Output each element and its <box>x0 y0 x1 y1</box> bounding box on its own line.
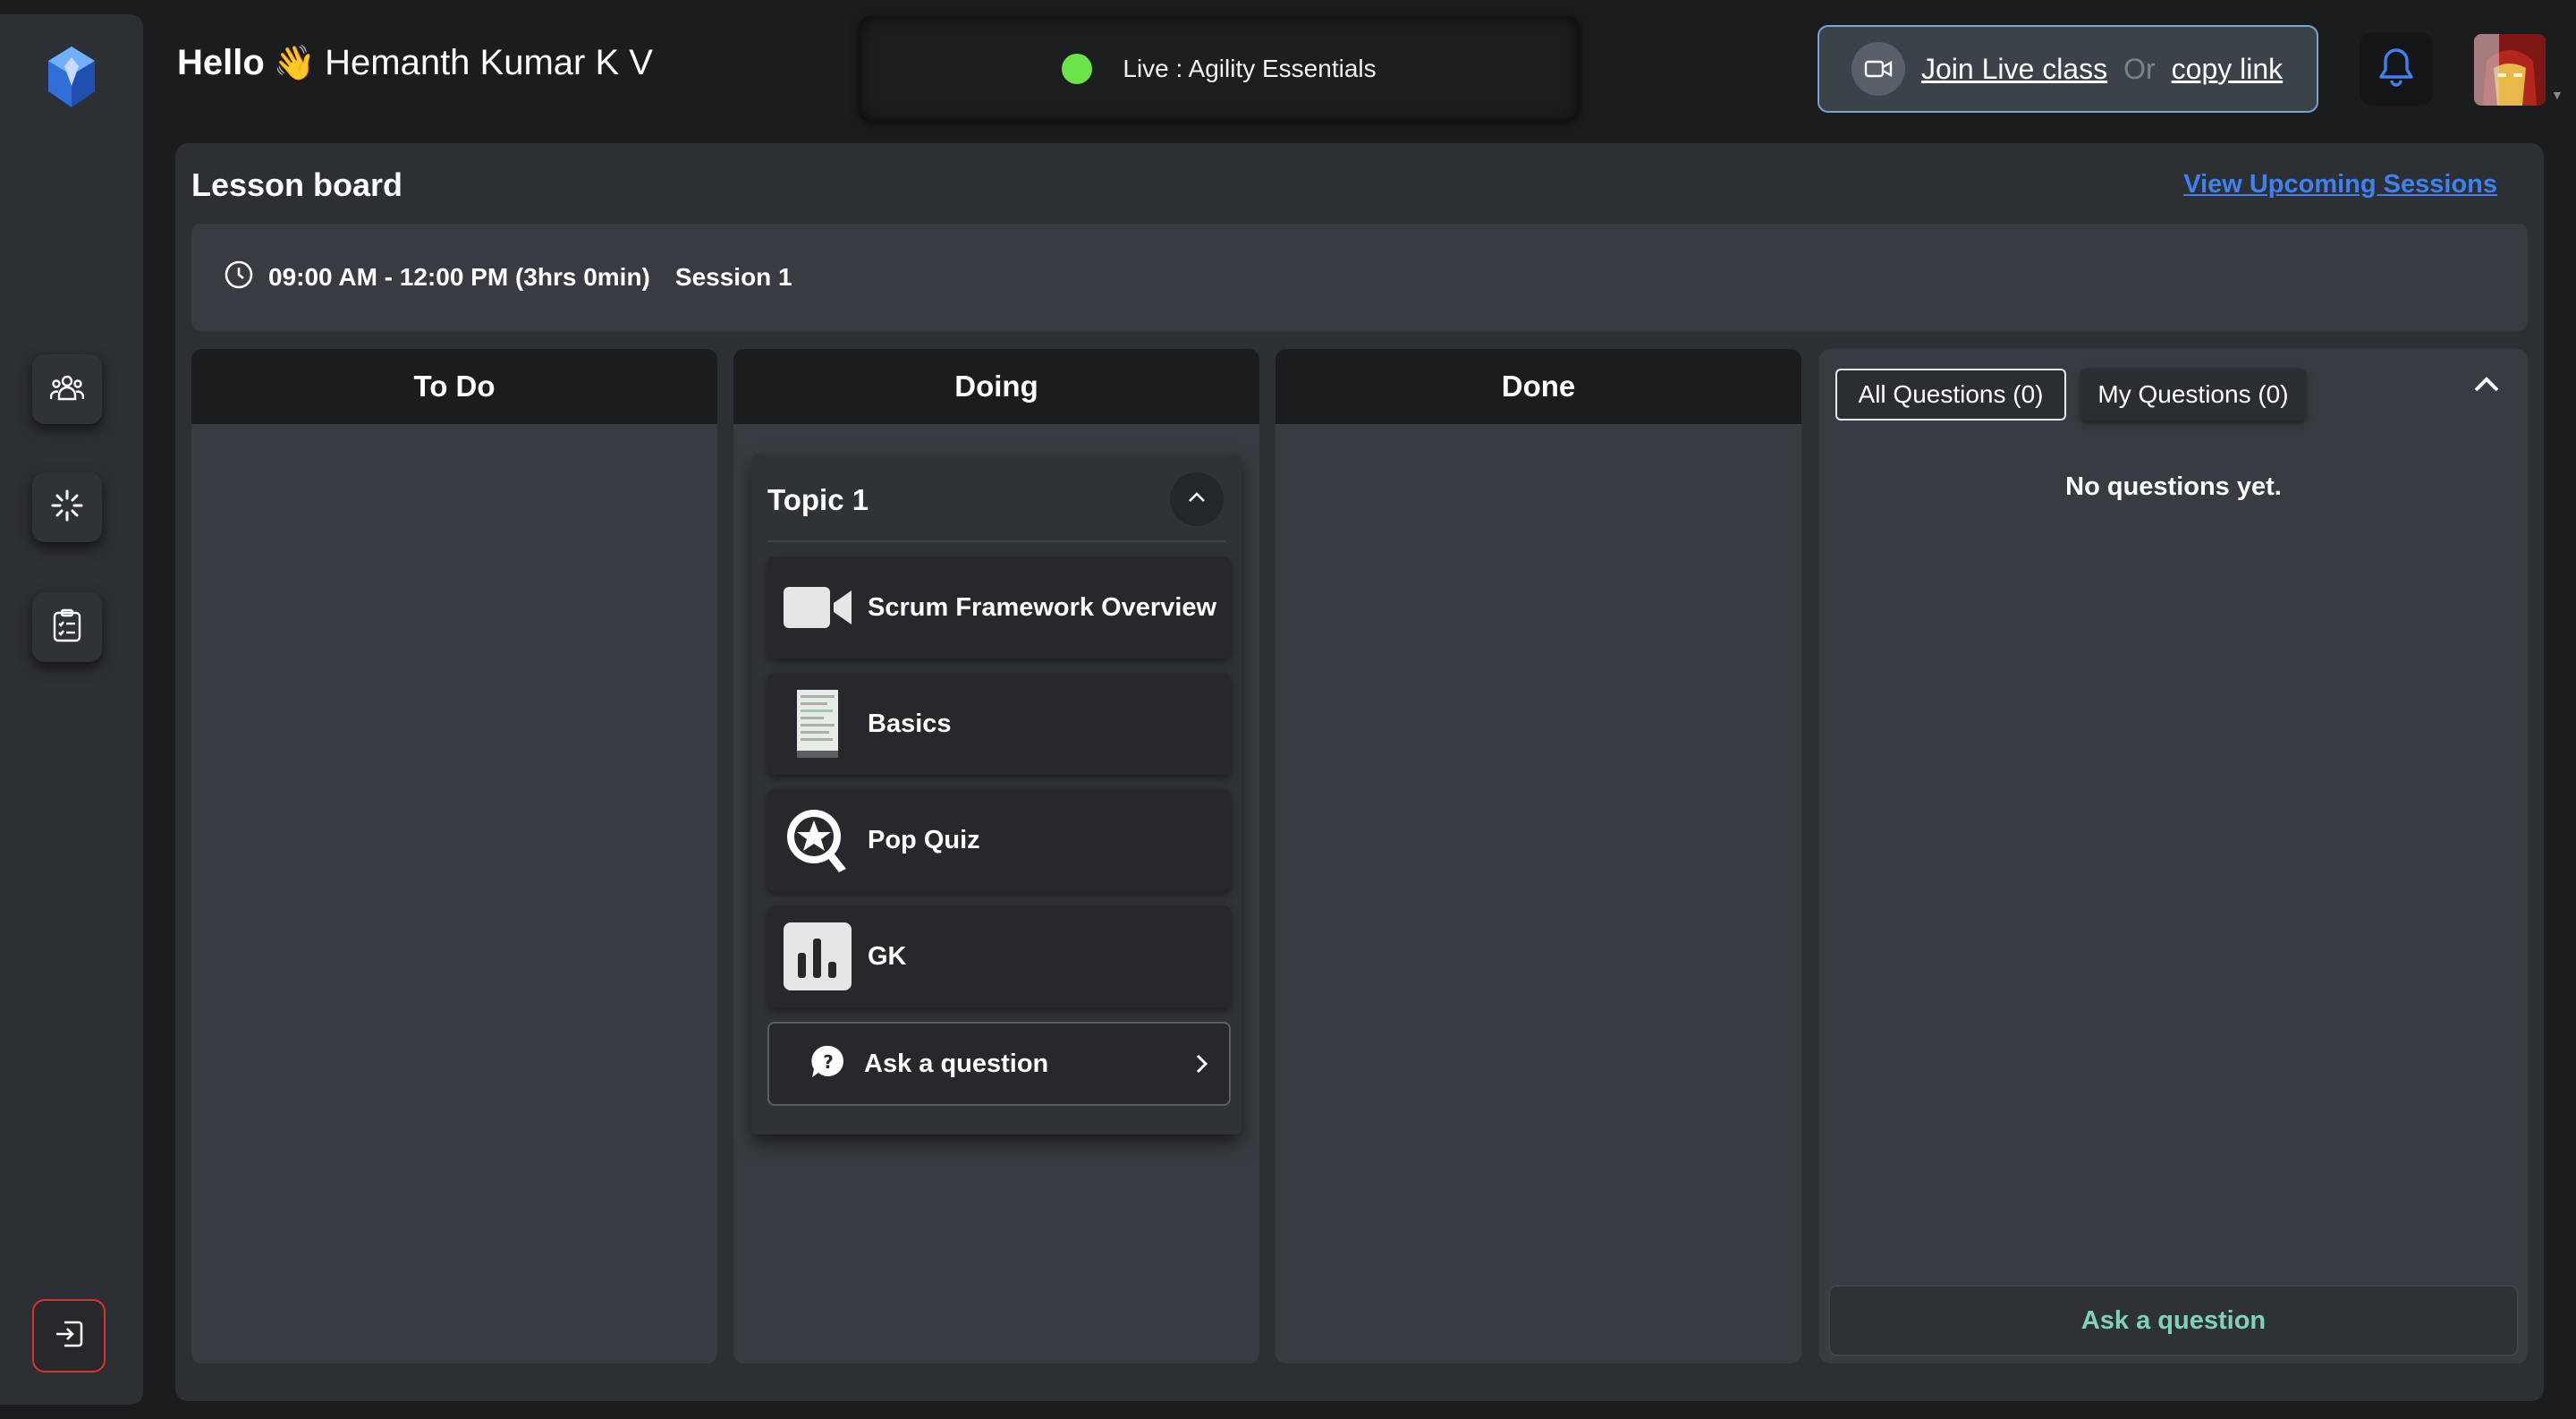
video-camera-icon <box>784 574 852 642</box>
tab-my-questions[interactable]: My Questions (0) <box>2080 369 2306 421</box>
checklist-icon <box>52 608 82 647</box>
live-session-label: Live : Agility Essentials <box>1123 55 1377 82</box>
greeting: Hello 👋 Hemanth Kumar K V <box>177 43 653 83</box>
topic-item-video[interactable]: Scrum Framework Overview <box>767 557 1231 659</box>
ask-question-topic-button[interactable]: ? Ask a question <box>767 1022 1231 1106</box>
column-header-done: Done <box>1275 349 1801 424</box>
column-todo: To Do <box>191 349 717 1364</box>
ask-question-label: Ask a question <box>864 1049 1049 1078</box>
question-bubble-icon: ? <box>810 1044 846 1084</box>
session-time: 09:00 AM - 12:00 PM (3hrs 0min) <box>268 263 650 291</box>
topic-item-document[interactable]: Basics <box>767 673 1231 775</box>
column-header-todo: To Do <box>191 349 717 424</box>
session-label: Session 1 <box>674 263 792 291</box>
topic-card: Topic 1 Scrum Framework Overview Basics … <box>751 455 1241 1134</box>
notifications-button[interactable] <box>2360 32 2433 106</box>
view-upcoming-sessions-link[interactable]: View Upcoming Sessions <box>2183 170 2497 200</box>
topic-title: Topic 1 <box>767 483 869 516</box>
logout-icon <box>54 1319 84 1354</box>
lesson-board: Lesson board View Upcoming Sessions 09:0… <box>175 143 2544 1401</box>
chevron-up-icon <box>1187 491 1207 508</box>
topic-item-quiz[interactable]: Pop Quiz <box>767 789 1231 891</box>
column-header-doing: Doing <box>733 349 1259 424</box>
topic-item-label: Scrum Framework Overview <box>868 592 1217 622</box>
video-camera-icon <box>1852 42 1905 96</box>
svg-text:?: ? <box>823 1051 834 1073</box>
tab-all-questions[interactable]: All Questions (0) <box>1835 369 2066 421</box>
sidebar <box>0 14 143 1405</box>
ask-question-button[interactable]: Ask a question <box>1828 1285 2519 1356</box>
sidebar-item-sparkle[interactable] <box>32 472 102 542</box>
or-separator: Or <box>2123 52 2156 85</box>
waving-hand-icon: 👋 <box>273 44 317 82</box>
logout-button[interactable] <box>32 1299 106 1372</box>
page-title: Lesson board <box>191 166 403 203</box>
avatar[interactable] <box>2474 34 2546 106</box>
copy-link[interactable]: copy link <box>2172 53 2284 86</box>
column-done: Done <box>1275 349 1801 1364</box>
empty-questions-text: No questions yet. <box>2065 472 2282 501</box>
quiz-star-icon <box>784 806 852 874</box>
document-thumbnail-icon <box>784 690 852 758</box>
live-session-indicator: Live : Agility Essentials <box>859 16 1580 122</box>
greeting-hello: Hello <box>177 43 265 82</box>
bar-chart-icon <box>784 922 852 990</box>
users-icon <box>49 372 85 407</box>
column-doing: Doing Topic 1 Scrum Framework Overview B… <box>733 349 1259 1364</box>
live-status-dot <box>1062 54 1093 84</box>
avatar-dropdown-icon[interactable]: ▼ <box>2551 88 2563 102</box>
clock-icon <box>224 259 254 296</box>
topic-item-label: Basics <box>868 709 952 738</box>
app-logo-icon[interactable] <box>45 45 98 109</box>
topic-collapse-button[interactable] <box>1170 472 1224 526</box>
sparkle-icon <box>50 489 84 527</box>
bell-icon <box>2378 47 2414 92</box>
user-name: Hemanth Kumar K V <box>325 43 653 82</box>
questions-panel: All Questions (0) My Questions (0) No qu… <box>1819 349 2528 1364</box>
topic-item-poll[interactable]: GK <box>767 905 1231 1007</box>
divider <box>767 540 1225 542</box>
chevron-right-icon <box>1193 1049 1211 1083</box>
sidebar-item-users[interactable] <box>32 354 102 424</box>
session-info-bar: 09:00 AM - 12:00 PM (3hrs 0min) Session … <box>191 224 2528 331</box>
topic-item-label: GK <box>868 941 907 971</box>
join-live-class-link[interactable]: Join Live class <box>1921 53 2107 86</box>
chevron-up-icon[interactable] <box>2472 374 2501 398</box>
topic-item-label: Pop Quiz <box>868 825 980 854</box>
join-live-box: Join Live class Or copy link <box>1818 25 2318 113</box>
sidebar-item-checklist[interactable] <box>32 592 102 662</box>
